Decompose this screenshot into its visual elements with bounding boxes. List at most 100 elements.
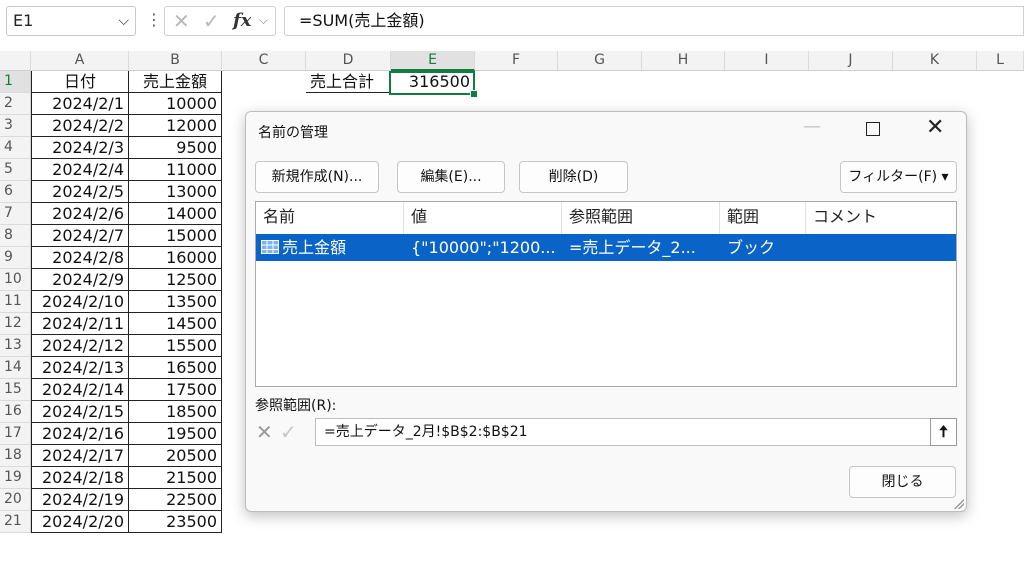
- row-header-18[interactable]: 18: [0, 445, 31, 467]
- row-header-7[interactable]: 7: [0, 203, 31, 225]
- edit-button[interactable]: 編集(E)...: [397, 161, 505, 193]
- column-header-j[interactable]: J: [809, 51, 893, 71]
- close-button[interactable]: 閉じる: [849, 466, 956, 498]
- maximize-icon[interactable]: [866, 122, 880, 136]
- cell-a11[interactable]: 2024/2/10: [31, 291, 129, 313]
- cell-b12[interactable]: 14500: [129, 313, 222, 335]
- cell-a6[interactable]: 2024/2/5: [31, 181, 129, 203]
- row-header-9[interactable]: 9: [0, 247, 31, 269]
- column-header-g[interactable]: G: [558, 51, 642, 71]
- cell-b21[interactable]: 23500: [129, 511, 222, 533]
- cell-a18[interactable]: 2024/2/17: [31, 445, 129, 467]
- header-comment[interactable]: コメント: [806, 202, 956, 234]
- row-header-5[interactable]: 5: [0, 159, 31, 181]
- column-header-l[interactable]: L: [977, 51, 1024, 71]
- cell-a16[interactable]: 2024/2/15: [31, 401, 129, 423]
- row-header-2[interactable]: 2: [0, 93, 31, 115]
- cell-b1[interactable]: 売上金額: [129, 71, 222, 93]
- cell-b4[interactable]: 9500: [129, 137, 222, 159]
- close-icon[interactable]: ✕: [173, 9, 190, 33]
- cell-b13[interactable]: 15500: [129, 335, 222, 357]
- new-button[interactable]: 新規作成(N)...: [255, 161, 379, 193]
- cell-a21[interactable]: 2024/2/20: [31, 511, 129, 533]
- formula-input[interactable]: =SUM(売上金額): [284, 6, 1024, 36]
- header-name[interactable]: 名前: [256, 202, 404, 234]
- cell-a19[interactable]: 2024/2/18: [31, 467, 129, 489]
- row-header-6[interactable]: 6: [0, 181, 31, 203]
- column-header-e[interactable]: E: [391, 51, 475, 71]
- resize-grip-icon[interactable]: [954, 499, 964, 509]
- row-header-11[interactable]: 11: [0, 291, 31, 313]
- cell-a9[interactable]: 2024/2/8: [31, 247, 129, 269]
- cell-d1[interactable]: 売上合計: [306, 71, 391, 93]
- column-header-i[interactable]: I: [725, 51, 809, 71]
- cell-b5[interactable]: 11000: [129, 159, 222, 181]
- cell-b2[interactable]: 10000: [129, 93, 222, 115]
- cell-a8[interactable]: 2024/2/7: [31, 225, 129, 247]
- cell-a5[interactable]: 2024/2/4: [31, 159, 129, 181]
- list-item[interactable]: 売上金額 {"10000";"1200... =売上データ_2... ブック: [256, 234, 956, 261]
- column-header-c[interactable]: C: [222, 51, 306, 71]
- refers-to-input[interactable]: =売上データ_2月!$B$2:$B$21: [315, 418, 933, 446]
- chevron-down-icon[interactable]: ⌵: [259, 13, 268, 28]
- cell-b17[interactable]: 19500: [129, 423, 222, 445]
- cell-b6[interactable]: 13000: [129, 181, 222, 203]
- cell-a15[interactable]: 2024/2/14: [31, 379, 129, 401]
- column-header-d[interactable]: D: [306, 51, 391, 71]
- cell-a13[interactable]: 2024/2/12: [31, 335, 129, 357]
- row-header-20[interactable]: 20: [0, 489, 31, 511]
- cell-a12[interactable]: 2024/2/11: [31, 313, 129, 335]
- column-header-f[interactable]: F: [475, 51, 558, 71]
- collapse-dialog-icon[interactable]: 🠅: [930, 418, 957, 446]
- row-header-21[interactable]: 21: [0, 511, 31, 533]
- header-refers-to[interactable]: 参照範囲: [562, 202, 720, 234]
- row-header-12[interactable]: 12: [0, 313, 31, 335]
- fx-icon[interactable]: fx: [233, 10, 251, 31]
- cell-a17[interactable]: 2024/2/16: [31, 423, 129, 445]
- cell-b3[interactable]: 12000: [129, 115, 222, 137]
- close-icon[interactable]: ✕: [256, 420, 273, 444]
- cell-b15[interactable]: 17500: [129, 379, 222, 401]
- row-header-4[interactable]: 4: [0, 137, 31, 159]
- cell-b8[interactable]: 15000: [129, 225, 222, 247]
- row-header-19[interactable]: 19: [0, 467, 31, 489]
- column-header-b[interactable]: B: [129, 51, 222, 71]
- cell-b20[interactable]: 22500: [129, 489, 222, 511]
- cell-b9[interactable]: 16000: [129, 247, 222, 269]
- row-header-8[interactable]: 8: [0, 225, 31, 247]
- cell-b18[interactable]: 20500: [129, 445, 222, 467]
- header-value[interactable]: 値: [404, 202, 562, 234]
- select-all-corner[interactable]: [0, 51, 31, 71]
- delete-button[interactable]: 削除(D): [519, 161, 628, 193]
- row-header-3[interactable]: 3: [0, 115, 31, 137]
- column-header-a[interactable]: A: [31, 51, 129, 71]
- fill-handle[interactable]: [470, 90, 478, 98]
- column-header-k[interactable]: K: [893, 51, 977, 71]
- cell-a20[interactable]: 2024/2/19: [31, 489, 129, 511]
- name-box[interactable]: E1 ⌵: [6, 6, 136, 36]
- cell-b10[interactable]: 12500: [129, 269, 222, 291]
- cell-b19[interactable]: 21500: [129, 467, 222, 489]
- cell-a3[interactable]: 2024/2/2: [31, 115, 129, 137]
- header-scope[interactable]: 範囲: [720, 202, 806, 234]
- cell-b11[interactable]: 13500: [129, 291, 222, 313]
- cell-b7[interactable]: 14000: [129, 203, 222, 225]
- cell-a10[interactable]: 2024/2/9: [31, 269, 129, 291]
- row-header-14[interactable]: 14: [0, 357, 31, 379]
- row-header-17[interactable]: 17: [0, 423, 31, 445]
- row-header-16[interactable]: 16: [0, 401, 31, 423]
- close-icon[interactable]: ✕: [926, 115, 944, 140]
- row-header-1[interactable]: 1: [0, 71, 31, 93]
- cell-a2[interactable]: 2024/2/1: [31, 93, 129, 115]
- check-icon[interactable]: ✓: [280, 420, 297, 444]
- cell-b16[interactable]: 18500: [129, 401, 222, 423]
- cell-a14[interactable]: 2024/2/13: [31, 357, 129, 379]
- cell-b14[interactable]: 16500: [129, 357, 222, 379]
- cell-a4[interactable]: 2024/2/3: [31, 137, 129, 159]
- row-header-10[interactable]: 10: [0, 269, 31, 291]
- check-icon[interactable]: ✓: [203, 9, 220, 33]
- minimize-icon[interactable]: —: [803, 116, 821, 137]
- column-header-h[interactable]: H: [642, 51, 725, 71]
- cell-a1[interactable]: 日付: [31, 71, 129, 93]
- row-header-15[interactable]: 15: [0, 379, 31, 401]
